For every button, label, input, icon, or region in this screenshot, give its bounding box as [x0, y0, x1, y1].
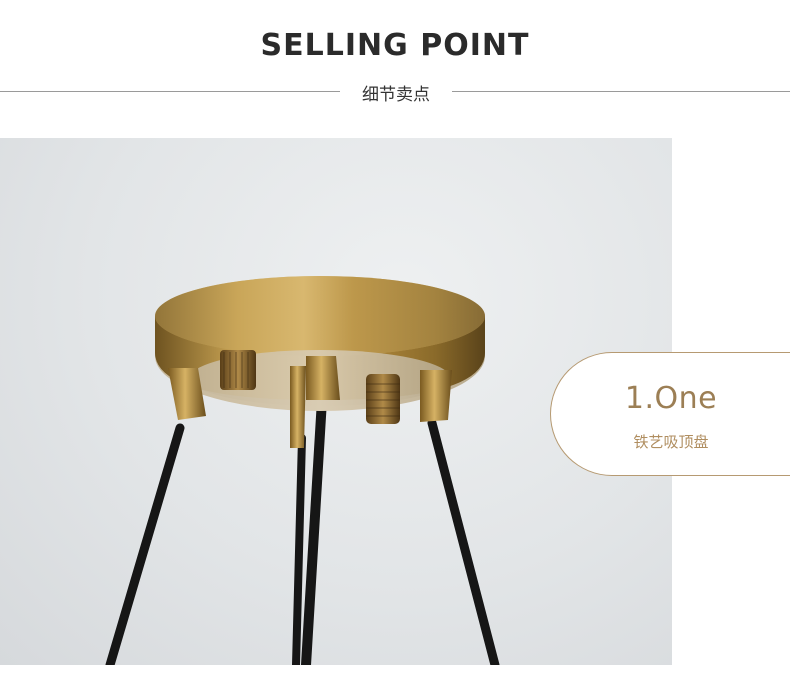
divider-right	[452, 91, 790, 92]
feature-title: 1.One	[624, 381, 718, 416]
section-subtitle: 细节卖点	[362, 85, 430, 105]
page-title: SELLING POINT	[260, 28, 530, 63]
divider-left	[0, 91, 340, 92]
feature-subtitle: 铁艺吸顶盘	[633, 433, 709, 451]
feature-card: 1.One 铁艺吸顶盘	[550, 352, 790, 476]
